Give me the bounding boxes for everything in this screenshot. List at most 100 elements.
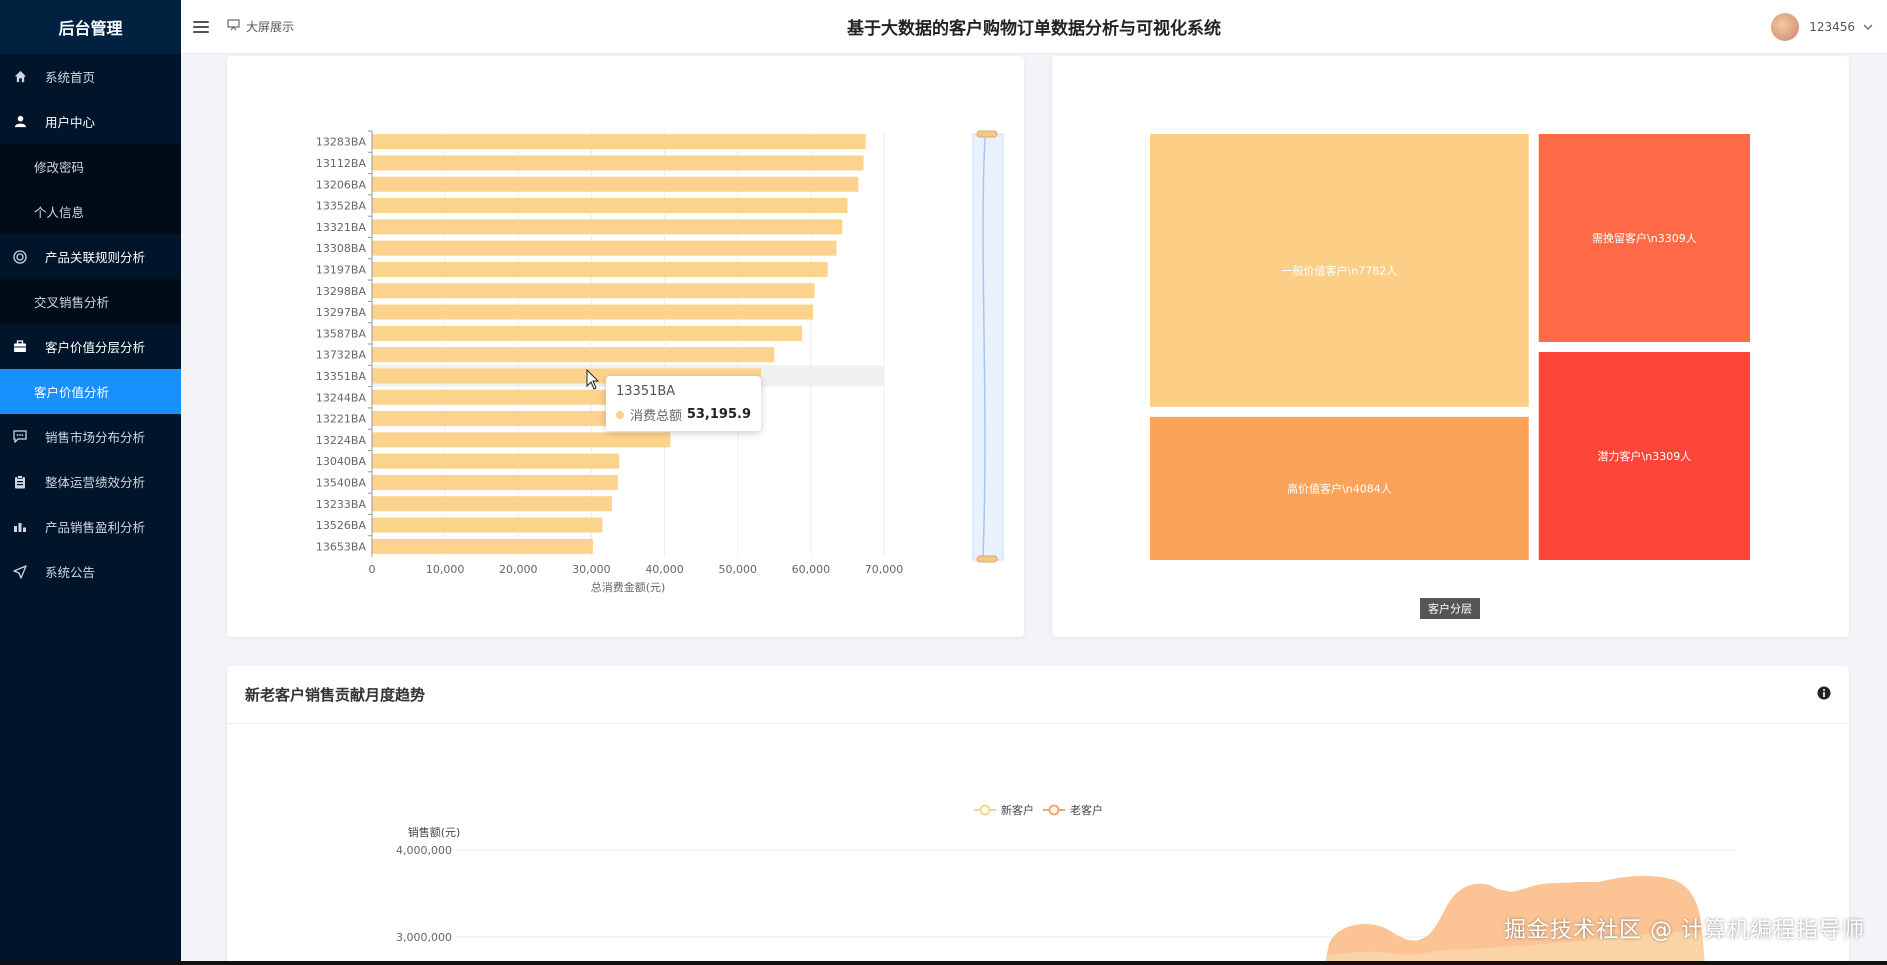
x-axis-label: 总消费金额(元): [591, 580, 666, 594]
y-tick-label: 13197BA: [316, 263, 367, 276]
sidebar-item-label: 客户价值分析: [34, 385, 110, 400]
treemap-node-label: 潜力客户\n3309人: [1598, 449, 1692, 463]
legend-label: 新客户: [1001, 803, 1034, 817]
y-axis-label: 销售额(元): [408, 825, 461, 839]
chart-tooltip: 13351BA 消费总额 53,195.9: [606, 376, 761, 431]
sidebar-item-cross-sell[interactable]: 交叉销售分析: [0, 279, 181, 324]
briefcase-icon: [12, 339, 28, 355]
x-tick-label: 0: [369, 563, 376, 576]
datazoom-handle: [976, 555, 998, 563]
y-tick-label: 13283BA: [316, 136, 367, 149]
customer-tier-treemap: 一般价值客户\n7782人高价值客户\n4084人 需挽留客户\n3309人潜力客…: [1150, 134, 1750, 619]
bar: [372, 325, 803, 341]
sidebar-item-label: 客户价值分层分析: [45, 340, 146, 355]
x-tick-label: 70,000: [865, 563, 904, 576]
top-customers-chart-card: 0 10,000 20,000 30,000 40,000 50,000 60,000 70,…: [227, 56, 1024, 637]
page-title: 基于大数据的客户购物订单数据分析与可视化系统: [847, 19, 1221, 39]
treemap-breadcrumb: 客户分层: [1428, 602, 1472, 616]
top-customers-bar-chart: 0 10,000 20,000 30,000 40,000 50,000 60,000 70,…: [316, 130, 1004, 594]
legend-label: 老客户: [1070, 803, 1103, 817]
sidebar-item-label: 修改密码: [34, 160, 85, 175]
sidebar-item-home[interactable]: 系统首页: [0, 54, 181, 99]
target-icon: [12, 249, 28, 265]
x-tick-label: 60,000: [792, 563, 831, 576]
avatar[interactable]: [1771, 12, 1800, 41]
menu-toggle-icon[interactable]: [193, 19, 209, 35]
tooltip-value: 53,195.9: [686, 407, 751, 422]
bar: [372, 347, 775, 363]
sidebar-item-label: 产品销售盈利分析: [45, 520, 146, 535]
y-tick-label: 13244BA: [316, 391, 367, 404]
y-tick-label: 13112BA: [316, 157, 367, 170]
watermark-text: 掘金技术社区 @ 计算机编程指导师: [1504, 918, 1865, 943]
x-tick-label: 40,000: [645, 563, 684, 576]
send-icon: [12, 564, 28, 580]
message-icon: [12, 429, 28, 445]
customer-tier-treemap-card: 一般价值客户\n7782人 高价值客户\n4084人 需挽留客户\n3309人 潜力客…: [1052, 56, 1849, 637]
sidebar-item-profile[interactable]: 个人信息: [0, 189, 181, 234]
bar: [372, 304, 814, 320]
y-tick-label: 13040BA: [316, 455, 367, 468]
y-tick-label: 13297BA: [316, 306, 367, 319]
y-tick-label: 13224BA: [316, 434, 367, 447]
bar: [372, 155, 864, 171]
monitor-icon: [227, 19, 240, 34]
sidebar-item-customer-value-analysis[interactable]: 客户价值分析: [0, 369, 181, 414]
bigscreen-label: 大屏展示: [246, 20, 295, 34]
user-icon: [12, 114, 28, 130]
sidebar-item-user-center[interactable]: 用户中心: [0, 99, 181, 144]
bar: [372, 517, 603, 533]
x-tick-label: 20,000: [499, 563, 538, 576]
sidebar-item-operations-performance[interactable]: 整体运营绩效分析: [0, 459, 181, 504]
sidebar-item-association-rules[interactable]: 产品关联规则分析: [0, 234, 181, 279]
treemap-node-label: 高价值客户\n4084人: [1287, 481, 1392, 495]
chart-icon: [12, 519, 28, 535]
bigscreen-button[interactable]: 大屏展示: [227, 18, 294, 35]
bar: [372, 198, 848, 214]
sidebar-item-change-password[interactable]: 修改密码: [0, 144, 181, 189]
x-tick-label: 10,000: [426, 563, 465, 576]
y-tick-label: 3,000,000: [396, 931, 452, 944]
y-tick-label: 13540BA: [316, 476, 367, 489]
sidebar-item-label: 交叉销售分析: [34, 295, 110, 310]
bar: [372, 176, 859, 192]
username: 123456: [1809, 19, 1855, 34]
bar: [372, 219, 843, 235]
bar: [372, 432, 671, 448]
top-header: 大屏展示 基于大数据的客户购物订单数据分析与可视化系统 123456: [181, 0, 1887, 54]
sidebar-item-label: 用户中心: [45, 115, 96, 130]
bar: [372, 474, 618, 490]
sidebar-item-announcements[interactable]: 系统公告: [0, 549, 181, 594]
sidebar-item-label: 系统首页: [45, 70, 96, 85]
bar: [372, 240, 837, 256]
y-tick-label: 13233BA: [316, 498, 367, 511]
bar: [372, 453, 620, 469]
tooltip-dot: [616, 410, 624, 419]
tooltip-category: 13351BA: [616, 384, 676, 399]
sidebar-item-market-distribution[interactable]: 销售市场分布分析: [0, 414, 181, 459]
sidebar-item-customer-value-tiers[interactable]: 客户价值分层分析: [0, 324, 181, 369]
y-tick-label: 13351BA: [316, 370, 367, 383]
sidebar-item-product-profit[interactable]: 产品销售盈利分析: [0, 504, 181, 549]
bar: [372, 134, 866, 150]
info-icon[interactable]: [1817, 685, 1831, 704]
y-tick-label: 13587BA: [316, 327, 367, 340]
datazoom-handle: [976, 130, 998, 138]
bar: [372, 261, 828, 277]
treemap-node-label: 需挽留客户\n3309人: [1592, 231, 1697, 245]
sidebar-item-label: 销售市场分布分析: [45, 430, 146, 445]
chevron-down-icon[interactable]: [1863, 20, 1873, 34]
clipboard-icon: [12, 474, 28, 490]
y-tick-label: 13526BA: [316, 519, 367, 532]
y-tick-label: 13298BA: [316, 285, 367, 298]
y-tick-label: 4,000,000: [396, 844, 452, 857]
bar: [372, 538, 593, 554]
sidebar: 后台管理 系统首页 用户中心 修改密码 个人信息 产品关联规则分析 交叉销售分析…: [0, 0, 181, 961]
sidebar-title: 后台管理: [0, 0, 181, 54]
user-menu[interactable]: 123456: [1771, 12, 1873, 41]
y-tick-label: 13206BA: [316, 178, 367, 191]
sidebar-item-label: 系统公告: [45, 565, 96, 580]
sidebar-item-label: 个人信息: [34, 205, 85, 220]
x-tick-label: 30,000: [572, 563, 611, 576]
y-tick-label: 13732BA: [316, 349, 367, 362]
